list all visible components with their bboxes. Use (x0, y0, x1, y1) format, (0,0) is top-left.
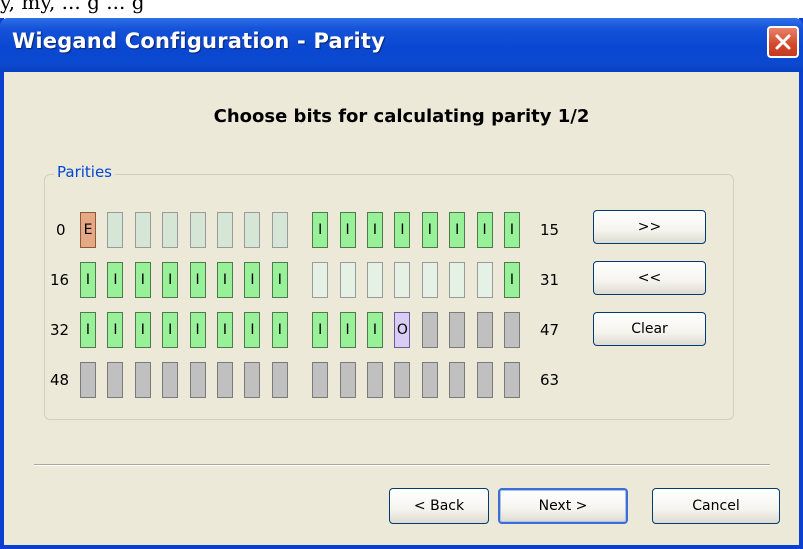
row-start-label: 16 (50, 271, 70, 289)
bit-cell[interactable] (504, 312, 520, 348)
row-start-label: 32 (50, 321, 70, 339)
bit-cell[interactable] (107, 362, 124, 398)
bit-cell[interactable] (217, 362, 233, 398)
bit-cell[interactable] (134, 212, 151, 248)
bit-cell[interactable]: I (217, 312, 233, 348)
row-start-label: 48 (50, 371, 70, 389)
bit-cell[interactable]: I (271, 312, 288, 348)
bit-cell[interactable]: I (449, 212, 466, 248)
bit-cell[interactable]: I (107, 312, 124, 348)
bit-cell[interactable]: I (367, 312, 383, 348)
move-backward-button[interactable]: << (593, 261, 706, 295)
bit-cell[interactable]: I (504, 212, 520, 248)
bit-cell[interactable] (394, 362, 411, 398)
title-bar: Wiegand Configuration - Parity (0, 18, 803, 72)
bit-cell[interactable] (449, 362, 466, 398)
row-end-label: 15 (540, 221, 560, 239)
bit-cell[interactable] (421, 262, 438, 298)
bit-cell[interactable] (244, 212, 261, 248)
bit-cell[interactable]: I (367, 212, 383, 248)
bit-cell[interactable]: I (107, 262, 124, 298)
bit-cell[interactable] (162, 362, 179, 398)
row-start-label: 0 (56, 221, 66, 239)
background-fragment: y, my, ... g ... g (0, 0, 803, 18)
bit-cell[interactable] (339, 362, 356, 398)
bit-cell[interactable] (476, 362, 493, 398)
bit-cell[interactable]: I (312, 312, 329, 348)
bit-cell[interactable]: I (244, 262, 261, 298)
bit-cell[interactable] (421, 362, 438, 398)
bit-cell[interactable] (162, 212, 179, 248)
bit-cell[interactable] (312, 362, 329, 398)
bit-cell[interactable] (189, 362, 206, 398)
bit-cell[interactable] (476, 262, 493, 298)
bit-cell[interactable] (271, 362, 288, 398)
bit-cell[interactable]: I (339, 312, 356, 348)
bit-cell[interactable] (449, 262, 466, 298)
bit-cell[interactable]: I (189, 262, 206, 298)
bit-cell[interactable] (107, 212, 124, 248)
bit-cell[interactable] (504, 362, 520, 398)
bit-cell[interactable]: I (217, 262, 233, 298)
bit-cell[interactable]: I (504, 262, 520, 298)
bit-cell[interactable] (476, 312, 493, 348)
row-end-label: 47 (540, 321, 560, 339)
bit-cell[interactable]: I (134, 262, 151, 298)
footer-separator (34, 464, 770, 466)
close-icon (775, 34, 791, 50)
bit-cell[interactable] (394, 262, 411, 298)
bit-cell[interactable]: I (339, 212, 356, 248)
background-fragment-text: y, my, ... g ... g (0, 0, 145, 14)
window-title: Wiegand Configuration - Parity (12, 29, 385, 53)
bit-cell[interactable] (367, 262, 383, 298)
move-forward-button[interactable]: >> (593, 210, 706, 244)
bit-cell[interactable]: I (421, 212, 438, 248)
bit-cell[interactable]: I (134, 312, 151, 348)
bit-cell[interactable]: I (312, 212, 329, 248)
bit-cell[interactable]: O (394, 312, 411, 348)
next-button[interactable]: Next > (498, 488, 628, 524)
back-button[interactable]: < Back (389, 488, 489, 524)
bit-cell[interactable]: I (80, 312, 96, 348)
clear-button[interactable]: Clear (593, 312, 706, 346)
bit-cell[interactable] (244, 362, 261, 398)
bit-cell[interactable]: I (271, 262, 288, 298)
bit-cell[interactable] (367, 362, 383, 398)
bit-cell[interactable] (80, 362, 96, 398)
bit-cell[interactable] (421, 312, 438, 348)
parities-legend: Parities (54, 163, 115, 181)
bit-cell[interactable]: I (476, 212, 493, 248)
bit-cell[interactable]: I (189, 312, 206, 348)
bit-cell[interactable] (449, 312, 466, 348)
bit-cell[interactable] (217, 212, 233, 248)
bit-cell[interactable]: I (244, 312, 261, 348)
row-end-label: 31 (540, 271, 560, 289)
bit-cell[interactable]: I (162, 262, 179, 298)
row-end-label: 63 (540, 371, 560, 389)
bit-cell[interactable]: I (394, 212, 411, 248)
close-button[interactable] (767, 26, 799, 58)
bit-cell[interactable] (312, 262, 329, 298)
bit-cell[interactable] (339, 262, 356, 298)
bit-cell[interactable]: E (80, 212, 96, 248)
bit-cell[interactable]: I (162, 312, 179, 348)
bit-cell[interactable]: I (80, 262, 96, 298)
page-heading: Choose bits for calculating parity 1/2 (213, 106, 590, 127)
bit-cell[interactable] (134, 362, 151, 398)
cancel-button[interactable]: Cancel (652, 488, 780, 524)
bit-cell[interactable] (271, 212, 288, 248)
bit-cell[interactable] (189, 212, 206, 248)
